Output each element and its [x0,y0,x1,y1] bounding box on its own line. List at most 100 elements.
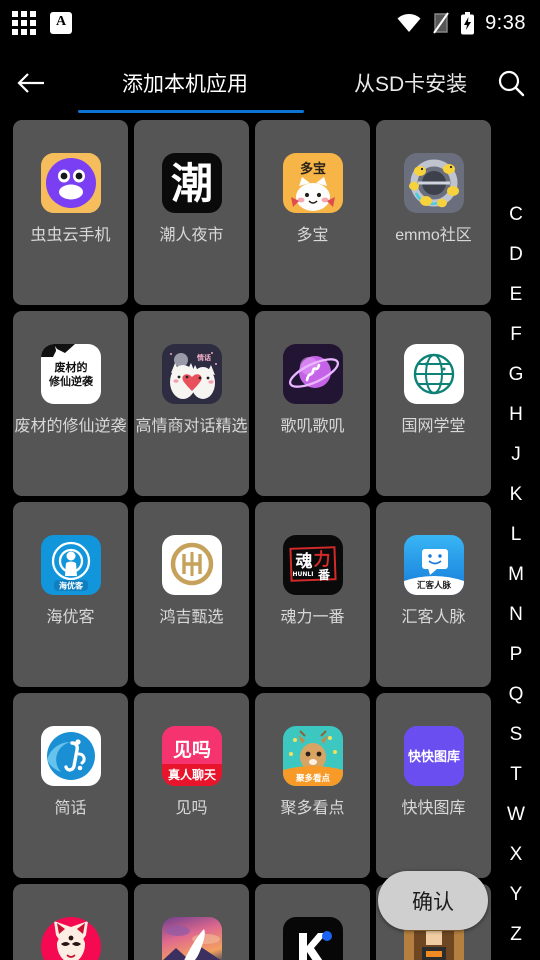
index-letter-f[interactable]: F [492,315,540,355]
search-button[interactable] [482,68,540,98]
index-letter-l[interactable]: L [492,515,540,555]
index-letter-s[interactable]: S [492,715,540,755]
app-card[interactable] [134,884,249,960]
svg-text:废材的: 废材的 [54,360,87,374]
svg-text:快快图库: 快快图库 [407,749,459,765]
status-bar-right: 9:38 [396,11,526,35]
app-label: 聚多看点 [280,800,345,817]
index-letter-g[interactable]: G [492,355,540,395]
app-card[interactable]: 多宝 多宝 [255,120,370,305]
app-label: 潮人夜市 [159,227,224,244]
app-card[interactable]: 情话高情商对话精选 [134,311,249,496]
app-label: 魂力一番 [280,609,345,626]
sky-landscape-icon [161,917,222,960]
app-card[interactable]: 废材的 修仙逆袭 废材的修仙逆袭 [13,311,128,496]
juduo-kandian-icon: 聚多看点 [282,726,343,786]
header-tab-bar: 添加本机应用 从SD卡安装 [0,46,540,120]
app-card[interactable]: 国网学堂 [376,311,491,496]
app-card[interactable] [13,884,128,960]
back-button[interactable] [0,71,62,95]
haiyouke-icon: 海优客 [40,535,101,595]
tab-install-from-sd[interactable]: 从SD卡安装 [342,68,479,98]
svg-text:聚多看点: 聚多看点 [294,773,330,784]
index-letter-y[interactable]: Y [492,875,540,915]
app-card[interactable]: 聚多看点 聚多看点 [255,693,370,878]
index-letter-e[interactable]: E [492,275,540,315]
svg-text:真人聊天: 真人聊天 [167,767,216,782]
tab-add-local-apps[interactable]: 添加本机应用 [110,68,260,98]
index-letter-j[interactable]: J [492,435,540,475]
svg-text:HUNLI: HUNLI [292,571,313,578]
app-card[interactable] [255,884,370,960]
active-tab-indicator [78,110,304,113]
svg-text:情话: 情话 [197,353,211,362]
feicai-xiuxian-icon: 废材的 修仙逆袭 [40,344,101,404]
index-letter-k[interactable]: K [492,475,540,515]
guowang-xuetang-icon [403,344,464,404]
app-card[interactable]: 鸿吉甄选 [134,502,249,687]
app-label: 虫虫云手机 [30,227,111,244]
alphabet-index-bar[interactable]: CDEFGHJKLMNPQSTWXYZ# [492,120,540,960]
app-label: 见吗 [175,800,208,817]
status-bar-clock: 9:38 [485,11,526,34]
app-card[interactable]: 快快图库 快快图库 [376,693,491,878]
index-letter-w[interactable]: W [492,795,540,835]
app-card[interactable]: 见吗 真人聊天 见吗 [134,693,249,878]
svg-text:魂: 魂 [295,551,312,572]
app-card[interactable]: 潮潮人夜市 [134,120,249,305]
app-label: 国网学堂 [401,418,466,435]
content-area: 虫虫云手机潮潮人夜市 多宝 多宝 emmo社区 废材的 修仙逆袭 废材的修仙逆袭 情话 高情商对… [0,120,540,960]
app-label: 鸿吉甄选 [159,609,224,626]
chaoren-night-market-icon: 潮 [161,153,222,213]
app-selection-screen: A 9:38 添加本机应用 从SD卡安装 虫虫云手机 潮 潮人夜市 多宝 多宝 … [0,0,540,960]
hunli-yifan-icon: 魂力番 HUNLI [282,535,343,595]
svg-text:见吗: 见吗 [172,739,210,761]
duobao-icon: 多宝 [282,153,343,213]
app-label: 多宝 [296,227,329,244]
index-letter-c[interactable]: C [492,195,540,235]
app-card[interactable]: 汇客人脉 汇客人脉 [376,502,491,687]
index-letter-z[interactable]: Z [492,915,540,955]
huike-renmai-icon: 汇客人脉 [403,535,464,595]
kuaikuai-tuku-icon: 快快图库 [403,726,464,786]
fox-mask-icon [40,917,101,960]
a-badge-icon: A [50,12,72,34]
battery-charging-icon [460,11,475,35]
index-letter-p[interactable]: P [492,635,540,675]
app-label: 歌叽歌叽 [280,418,345,435]
app-card[interactable]: 海优客 海优客 [13,502,128,687]
svg-text:多宝: 多宝 [299,161,325,177]
status-bar: A 9:38 [0,0,540,46]
index-letter-hash[interactable]: # [492,955,540,960]
index-letter-t[interactable]: T [492,755,540,795]
app-label: 快快图库 [401,800,466,817]
app-label: 海优客 [46,609,95,626]
index-letter-h[interactable]: H [492,395,540,435]
emmo-community-icon [403,153,464,213]
app-card[interactable]: 虫虫云手机 [13,120,128,305]
app-label: 废材的修仙逆袭 [14,418,127,435]
gejigeji-icon [282,344,343,404]
index-letter-x[interactable]: X [492,835,540,875]
index-letter-m[interactable]: M [492,555,540,595]
app-card[interactable]: emmo社区 [376,120,491,305]
app-card[interactable]: 魂力番 HUNLI 魂力一番 [255,502,370,687]
svg-text:力: 力 [313,549,330,570]
app-label: emmo社区 [395,227,472,244]
confirm-button[interactable]: 确认 [378,871,488,930]
index-letter-d[interactable]: D [492,235,540,275]
app-label: 高情商对话精选 [135,418,248,435]
index-letter-n[interactable]: N [492,595,540,635]
wifi-icon [396,13,422,33]
svg-text:汇客人脉: 汇客人脉 [416,580,451,591]
svg-text:番: 番 [316,567,330,582]
gaoqingshang-duihua-icon: 情话 [161,344,222,404]
apps-grid-icon [12,11,36,35]
app-label: 汇客人脉 [401,609,466,626]
index-letter-q[interactable]: Q [492,675,540,715]
k-logo-icon [282,917,343,960]
tab-list: 添加本机应用 从SD卡安装 [62,68,482,98]
app-card[interactable]: 简话 [13,693,128,878]
jianhua-icon [40,726,101,786]
app-card[interactable]: 歌叽歌叽 [255,311,370,496]
